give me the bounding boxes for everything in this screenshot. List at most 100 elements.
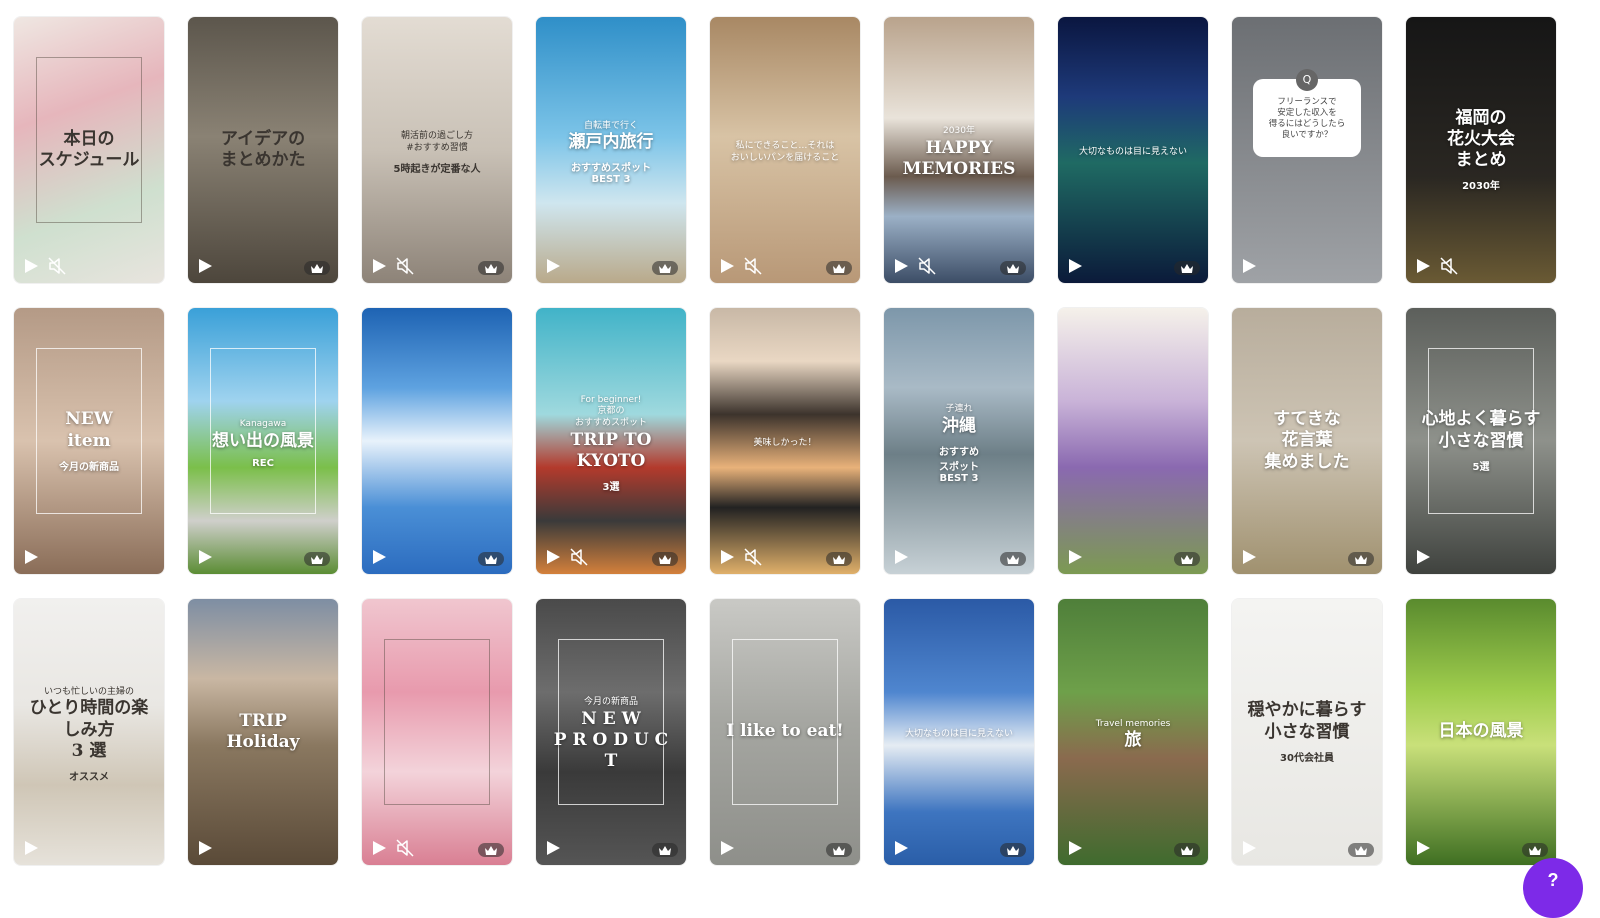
template-card[interactable] [1058, 308, 1208, 574]
video-controls [892, 548, 910, 566]
template-overlay: 朝活前の過ごし方 #おすすめ習慣 5時起きが定番な人 [362, 17, 512, 283]
play-icon[interactable] [1414, 548, 1432, 566]
play-icon[interactable] [892, 839, 910, 857]
crown-icon [478, 552, 504, 566]
template-card[interactable] [362, 599, 512, 865]
play-icon[interactable] [196, 257, 214, 275]
template-card[interactable]: 福岡の 花火大会 まとめ 2030年 [1406, 17, 1556, 283]
template-badge: 今月の新商品 [59, 461, 119, 473]
video-controls [1240, 257, 1258, 275]
help-button[interactable]: ? [1523, 858, 1583, 918]
template-card[interactable]: For beginner! 京都の おすすめスポット TRIP TO KYOTO 3… [536, 308, 686, 574]
template-card[interactable]: Travel memories 旅 [1058, 599, 1208, 865]
template-title: 穏やかに暮らす 小さな習慣 [1247, 700, 1367, 742]
video-controls [1414, 548, 1432, 566]
template-overlay [362, 599, 512, 865]
play-icon[interactable] [196, 839, 214, 857]
play-icon[interactable] [544, 257, 562, 275]
mute-icon[interactable] [396, 257, 414, 275]
play-icon[interactable] [718, 548, 736, 566]
video-controls [370, 257, 414, 275]
template-card[interactable]: 心地よく暮らす 小さな習慣 5選 [1406, 308, 1556, 574]
template-card[interactable]: アイデアの まとめかた [188, 17, 338, 283]
template-overlay: 今月の新商品 N E W P R O D U C T [536, 599, 686, 865]
play-icon[interactable] [1066, 257, 1084, 275]
mute-icon[interactable] [744, 548, 762, 566]
template-overlay: NEW item 今月の新商品 [14, 308, 164, 574]
play-icon[interactable] [718, 257, 736, 275]
template-card[interactable]: TRIP Holiday [188, 599, 338, 865]
template-overlay: For beginner! 京都の おすすめスポット TRIP TO KYOTO 3… [536, 308, 686, 574]
play-icon[interactable] [892, 548, 910, 566]
template-card[interactable] [362, 308, 512, 574]
template-card[interactable]: 朝活前の過ごし方 #おすすめ習慣 5時起きが定番な人 [362, 17, 512, 283]
crown-icon [1348, 843, 1374, 857]
play-icon[interactable] [718, 839, 736, 857]
play-icon[interactable] [544, 548, 562, 566]
video-controls [544, 257, 562, 275]
mute-icon[interactable] [918, 257, 936, 275]
play-icon[interactable] [22, 257, 40, 275]
video-controls [1066, 257, 1084, 275]
template-card[interactable]: Kanagawa 想い出の風景 REC [188, 308, 338, 574]
template-card[interactable]: いつも忙しいの主婦の ひとり時間の楽しみ方 3 選オススメ [14, 599, 164, 865]
template-title: 瀬戸内旅行 [568, 132, 654, 153]
template-card[interactable]: 大切なものは目に見えない [884, 599, 1034, 865]
play-icon[interactable] [1240, 548, 1258, 566]
play-icon[interactable] [370, 839, 388, 857]
template-badge: おすすめスポット BEST 3 [571, 163, 651, 186]
play-icon[interactable] [370, 548, 388, 566]
crown-icon [1000, 261, 1026, 275]
video-controls [22, 839, 40, 857]
template-card[interactable]: すてきな 花言葉 集めました [1232, 308, 1382, 574]
template-card[interactable]: 私にできること…それは おいしいパンを届けること [710, 17, 860, 283]
play-icon[interactable] [22, 548, 40, 566]
template-card[interactable]: 日本の風景 [1406, 599, 1556, 865]
crown-icon [1348, 552, 1374, 566]
mute-icon[interactable] [570, 548, 588, 566]
template-card[interactable]: 今月の新商品 N E W P R O D U C T [536, 599, 686, 865]
video-controls [196, 548, 214, 566]
template-card[interactable]: I like to eat! [710, 599, 860, 865]
play-icon[interactable] [196, 548, 214, 566]
play-icon[interactable] [1414, 257, 1432, 275]
template-grid: 本日の スケジュール アイデアの まとめかた 朝活前の過ごし方 #おすすめ習慣 5時起… [14, 17, 1556, 865]
template-card[interactable]: 穏やかに暮らす 小さな習慣 30代会社員 [1232, 599, 1382, 865]
crown-icon [652, 843, 678, 857]
template-title: 本日の スケジュール [38, 128, 140, 170]
template-card[interactable]: 2030年 HAPPY MEMORIES [884, 17, 1034, 283]
template-title: 沖縄 [942, 415, 976, 436]
template-card[interactable]: 美味しかった！ [710, 308, 860, 574]
template-subtitle: 私にできること…それは おいしいパンを届けること [730, 141, 840, 163]
play-icon[interactable] [1066, 548, 1084, 566]
template-card[interactable]: 自転車で行く 瀬戸内旅行 おすすめスポット BEST 3 [536, 17, 686, 283]
template-overlay: I like to eat! [710, 599, 860, 865]
template-card[interactable]: 子連れ 沖縄 おすすめ スポット BEST 3 [884, 308, 1034, 574]
play-icon[interactable] [22, 839, 40, 857]
template-subtitle: Kanagawa [239, 419, 287, 430]
video-controls [892, 257, 936, 275]
play-icon[interactable] [1240, 257, 1258, 275]
template-subtitle: 2030年 [943, 125, 975, 136]
play-icon[interactable] [1414, 839, 1432, 857]
play-icon[interactable] [1066, 839, 1084, 857]
video-controls [1414, 839, 1432, 857]
template-overlay: 大切なものは目に見えない [1058, 17, 1208, 283]
mute-icon[interactable] [396, 839, 414, 857]
template-card[interactable]: NEW item 今月の新商品 [14, 308, 164, 574]
mute-icon[interactable] [1440, 257, 1458, 275]
mute-icon[interactable] [744, 257, 762, 275]
play-icon[interactable] [1240, 839, 1258, 857]
mute-icon[interactable] [48, 257, 66, 275]
template-card[interactable]: 本日の スケジュール [14, 17, 164, 283]
video-controls [892, 839, 910, 857]
template-title: 日本の風景 [1438, 721, 1524, 742]
template-card[interactable]: 大切なものは目に見えない [1058, 17, 1208, 283]
template-title: TRIP Holiday [226, 710, 300, 752]
play-icon[interactable] [892, 257, 910, 275]
play-icon[interactable] [544, 839, 562, 857]
crown-icon [1174, 843, 1200, 857]
template-title: アイデアの まとめかた [220, 128, 306, 170]
template-card[interactable]: Q フリーランスで 安定した収入を 得るにはどうしたら 良いですか？ [1232, 17, 1382, 283]
play-icon[interactable] [370, 257, 388, 275]
